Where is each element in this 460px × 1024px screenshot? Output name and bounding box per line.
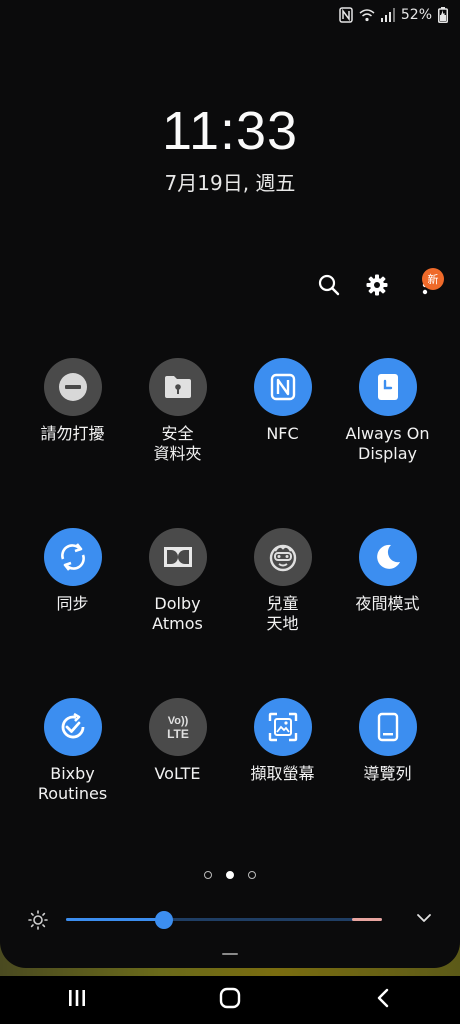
search-button[interactable] — [316, 272, 342, 302]
volte-glyph-bottom: LTE — [167, 727, 189, 741]
brightness-slider-fill — [66, 918, 164, 921]
tile-dolby-atmos[interactable]: Dolby Atmos — [125, 528, 230, 698]
secure-folder-icon — [148, 358, 207, 416]
navigation-bar-icon — [358, 698, 417, 756]
tile-kids-home[interactable]: 兒童 天地 — [230, 528, 335, 698]
gear-icon — [366, 274, 388, 300]
brightness-slider[interactable] — [66, 911, 382, 929]
quick-panel-screen: 52% 11:33 7月19日, 週五 新 請勿打擾 安全 資料夾 NFC Al… — [0, 0, 460, 1024]
settings-button[interactable] — [364, 272, 390, 302]
recents-icon — [68, 989, 86, 1011]
tile-label: 請勿打擾 — [40, 424, 105, 443]
tile-nfc[interactable]: NFC — [230, 358, 335, 528]
kids-icon — [253, 528, 312, 586]
screenshot-icon — [253, 698, 312, 756]
tile-label: 擷取螢幕 — [250, 764, 315, 783]
volte-icon: Vo)) LTE — [148, 698, 207, 756]
brightness-slider-thumb[interactable] — [154, 911, 173, 929]
tile-label: Bixby Routines — [37, 764, 108, 803]
brightness-slider-end — [352, 918, 382, 921]
home-icon — [219, 987, 241, 1013]
tile-label: NFC — [266, 424, 299, 443]
page-dot[interactable] — [248, 871, 256, 879]
tile-secure-folder[interactable]: 安全 資料夾 — [125, 358, 230, 528]
chevron-down-icon — [416, 911, 432, 930]
tile-label: VoLTE — [154, 764, 201, 783]
brightness-control — [28, 906, 440, 934]
quick-settings-grid: 請勿打擾 安全 資料夾 NFC Always On Display 同步 Dol… — [20, 358, 440, 868]
navigation-bar — [0, 976, 460, 1024]
tile-bixby-routines[interactable]: Bixby Routines — [20, 698, 125, 868]
tile-always-on-display[interactable]: Always On Display — [335, 358, 440, 528]
volte-glyph-top: Vo)) — [167, 715, 188, 727]
page-dot-active[interactable] — [226, 871, 234, 879]
panel-drag-handle[interactable] — [222, 953, 238, 955]
new-badge: 新 — [422, 268, 444, 290]
nfc-icon — [339, 7, 353, 23]
tile-night-mode[interactable]: 夜間模式 — [335, 528, 440, 698]
brightness-icon — [28, 910, 48, 934]
tile-navigation-bar[interactable]: 導覽列 — [335, 698, 440, 868]
sync-icon — [43, 528, 102, 586]
expand-brightness-button[interactable] — [416, 910, 432, 930]
dolby-icon — [148, 528, 207, 586]
nfc-icon — [253, 358, 312, 416]
recents-button[interactable] — [47, 980, 107, 1020]
top-actions: 新 — [316, 268, 444, 302]
page-indicator — [0, 871, 460, 879]
tile-label: 同步 — [56, 594, 89, 613]
tile-label: Dolby Atmos — [152, 594, 203, 633]
tile-label: 導覽列 — [363, 764, 412, 783]
tile-label: 夜間模式 — [355, 594, 420, 613]
page-dot[interactable] — [204, 871, 212, 879]
tile-label: 安全 資料夾 — [153, 424, 202, 463]
tile-label: Always On Display — [345, 424, 430, 463]
date: 7月19日, 週五 — [164, 171, 296, 195]
do-not-disturb-icon — [43, 358, 102, 416]
back-button[interactable] — [353, 980, 413, 1020]
bixby-routines-icon — [43, 698, 102, 756]
tile-screenshot[interactable]: 擷取螢幕 — [230, 698, 335, 868]
more-options-button[interactable]: 新 — [412, 268, 444, 302]
always-on-display-icon — [358, 358, 417, 416]
back-icon — [376, 988, 390, 1012]
signal-icon — [380, 8, 395, 22]
search-icon — [318, 274, 340, 300]
night-mode-icon — [358, 528, 417, 586]
wifi-icon — [359, 8, 375, 22]
battery-percent: 52% — [400, 7, 432, 23]
status-bar: 52% — [339, 4, 448, 26]
tile-label: 兒童 天地 — [266, 594, 299, 633]
tile-sync[interactable]: 同步 — [20, 528, 125, 698]
tile-volte[interactable]: Vo)) LTE VoLTE — [125, 698, 230, 868]
clock: 11:33 — [161, 101, 299, 161]
battery-icon — [438, 7, 448, 23]
home-button[interactable] — [200, 980, 260, 1020]
tile-do-not-disturb[interactable]: 請勿打擾 — [20, 358, 125, 528]
quick-panel: 52% 11:33 7月19日, 週五 新 請勿打擾 安全 資料夾 NFC Al… — [0, 0, 460, 968]
